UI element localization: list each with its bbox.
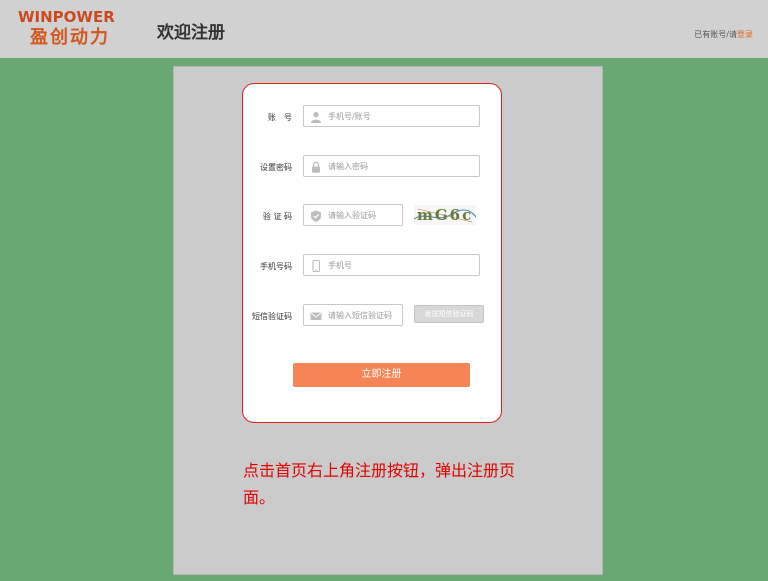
account-input[interactable] (328, 109, 468, 123)
sms-label: 短信验证码 (252, 312, 292, 321)
register-button[interactable]: 立即注册 (293, 363, 470, 387)
login-link[interactable]: 登录 (737, 30, 753, 39)
captcha-label: 验 证 码 (262, 212, 292, 221)
captcha-input[interactable] (328, 208, 400, 222)
mail-icon (310, 312, 322, 320)
shield-icon (311, 210, 321, 222)
login-prompt: 已有账号/请 (694, 30, 737, 39)
phone-label: 手机号码 (260, 262, 292, 271)
send-sms-button[interactable]: 发送短信验证码 (414, 305, 484, 323)
sms-input[interactable] (328, 308, 402, 322)
page-title: 欢迎注册 (157, 23, 225, 43)
phone-field[interactable] (303, 254, 480, 276)
logo-chinese: 盈创动力 (30, 27, 110, 48)
user-icon (311, 112, 321, 123)
phone-input[interactable] (328, 258, 468, 272)
password-field[interactable] (303, 155, 480, 177)
captcha-text: mG6c (417, 206, 474, 224)
sms-field[interactable] (303, 304, 403, 326)
header-bar: WINPOWER 盈创动力 欢迎注册 已有账号/请登录 (0, 0, 768, 58)
logo: WINPOWER 盈创动力 (18, 8, 136, 48)
captcha-field[interactable] (303, 204, 403, 226)
captcha-image[interactable]: mG6c (414, 205, 476, 225)
account-field[interactable] (303, 105, 480, 127)
password-label: 设置密码 (260, 163, 292, 172)
password-input[interactable] (328, 159, 468, 173)
annotation-text: 点击首页右上角注册按钮，弹出注册页面。 (243, 461, 516, 507)
phone-icon (312, 260, 321, 272)
login-hint: 已有账号/请登录 (694, 29, 753, 40)
account-label: 账 号 (268, 113, 292, 122)
lock-icon (312, 161, 320, 173)
